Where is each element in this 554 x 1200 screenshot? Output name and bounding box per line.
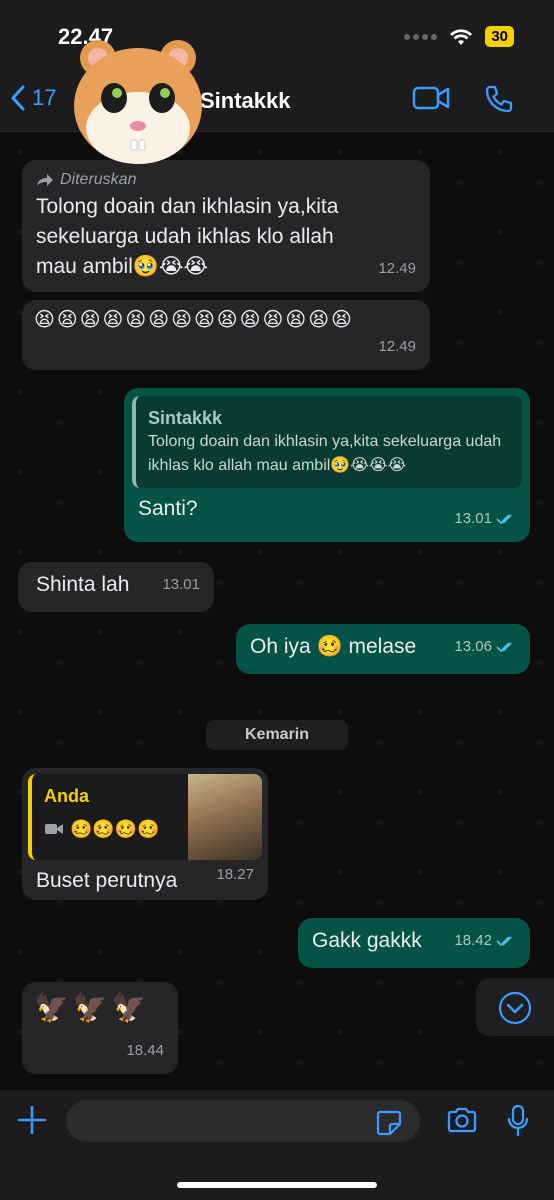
- scroll-down-icon: [498, 991, 532, 1025]
- unread-count: 17: [32, 85, 57, 110]
- read-ticks-icon: [496, 936, 512, 947]
- message-time: 13.06: [454, 632, 516, 662]
- back-button[interactable]: 17: [10, 84, 56, 112]
- message-time: 13.01: [454, 504, 516, 534]
- forward-arrow-icon: [37, 174, 53, 186]
- forwarded-label: Diteruskan: [36, 170, 416, 190]
- message-incoming[interactable]: Anda 🥴🥴🥴🥴 Buset perutnya 18.27: [22, 768, 268, 900]
- message-time: 12.49: [378, 260, 416, 277]
- quote-text: Tolong doain dan ikhlasin ya,kita sekelu…: [148, 433, 502, 474]
- message-outgoing[interactable]: Sintakkk Tolong doain dan ikhlasin ya,ki…: [124, 388, 530, 542]
- chat-area[interactable]: Diteruskan Tolong doain dan ikhlasin ya,…: [0, 132, 554, 1090]
- video-call-icon[interactable]: [412, 84, 450, 112]
- message-time: 12.49: [378, 338, 416, 355]
- quote-author: Sintakkk: [148, 408, 223, 428]
- read-ticks-icon: [496, 514, 512, 525]
- message-text: 🦅🦅🦅: [34, 992, 151, 1023]
- message-incoming[interactable]: 🦅🦅🦅 18.44: [22, 982, 178, 1074]
- message-incoming[interactable]: Shinta lah 13.01: [18, 562, 214, 612]
- message-text: Tolong doain dan ikhlasin ya,kita sekelu…: [36, 195, 339, 278]
- message-time: 13.01: [162, 576, 200, 593]
- signal-icon: [404, 33, 438, 40]
- contact-name[interactable]: Sintakkk: [200, 88, 291, 114]
- phone-icon[interactable]: [484, 84, 514, 114]
- quoted-message[interactable]: Sintakkk Tolong doain dan ikhlasin ya,ki…: [132, 396, 522, 488]
- battery-indicator: 30: [485, 26, 514, 47]
- message-time: 18.44: [126, 1042, 164, 1059]
- quoted-message[interactable]: Anda 🥴🥴🥴🥴: [28, 774, 262, 860]
- scroll-down-button[interactable]: [476, 978, 554, 1036]
- message-incoming[interactable]: 😫😫😫😫😫😫😫😫😫😫😫😫😫😫 12.49: [22, 300, 430, 370]
- camera-icon[interactable]: [446, 1106, 478, 1134]
- back-chevron-icon: [11, 85, 25, 111]
- message-outgoing[interactable]: Oh iya 🥴 melase 13.06: [236, 624, 530, 674]
- message-text: 😫😫😫😫😫😫😫😫😫😫😫😫😫😫: [34, 309, 354, 331]
- input-bar: [0, 1090, 554, 1200]
- message-time: 18.42: [454, 926, 516, 956]
- status-indicators: 30: [404, 26, 514, 47]
- wifi-icon: [450, 28, 473, 45]
- read-ticks-icon: [496, 642, 512, 653]
- date-separator: Kemarin: [206, 720, 348, 750]
- contact-avatar[interactable]: [68, 28, 208, 168]
- message-outgoing[interactable]: Gakk gakkk 18.42: [298, 918, 530, 968]
- mic-icon[interactable]: [506, 1104, 530, 1138]
- message-incoming[interactable]: Diteruskan Tolong doain dan ikhlasin ya,…: [22, 160, 430, 292]
- home-indicator: [177, 1182, 377, 1188]
- message-time: 18.27: [216, 866, 254, 883]
- plus-icon[interactable]: [16, 1104, 48, 1136]
- video-icon: [45, 824, 63, 834]
- sticker-icon[interactable]: [376, 1110, 402, 1136]
- message-input[interactable]: [66, 1100, 420, 1142]
- quote-thumbnail: [188, 774, 262, 860]
